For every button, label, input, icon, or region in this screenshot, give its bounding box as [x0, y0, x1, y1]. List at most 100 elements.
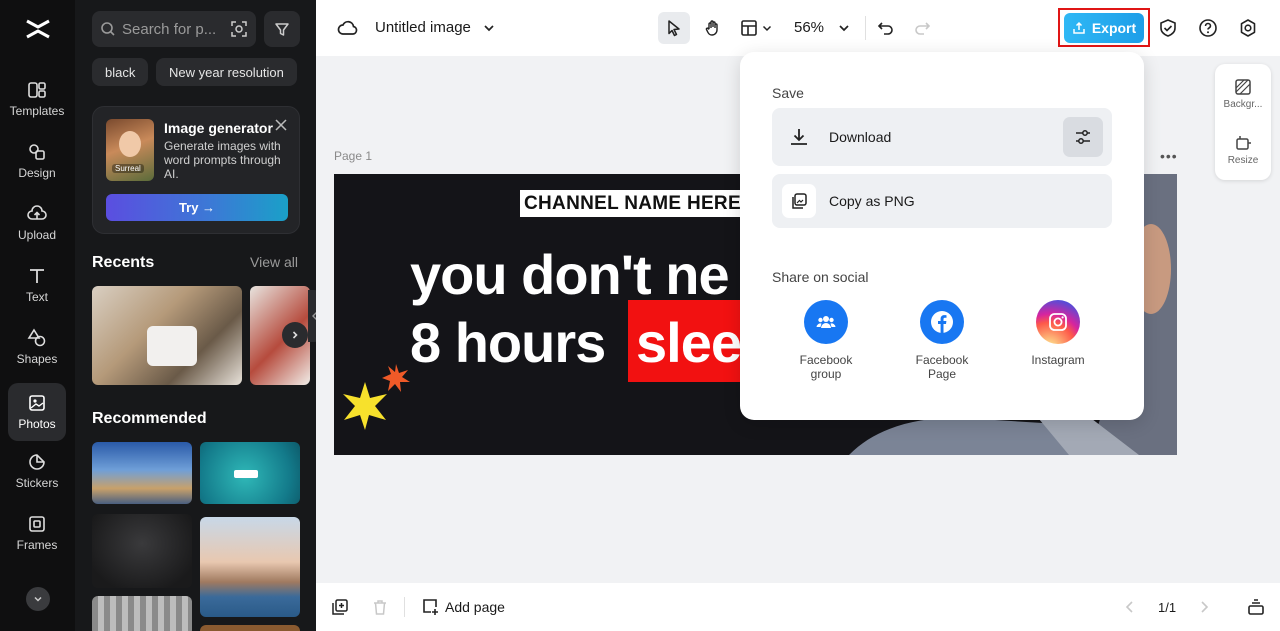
zoom-dropdown-button[interactable]	[835, 18, 853, 38]
title-dropdown-button[interactable]	[480, 18, 498, 38]
help-icon	[1199, 19, 1217, 37]
next-page-button[interactable]	[1196, 599, 1212, 615]
shield-button[interactable]	[1156, 16, 1180, 40]
cursor-icon	[668, 20, 680, 37]
chevron-right-icon	[1201, 601, 1209, 613]
chip-new-year-resolution[interactable]: New year resolution	[156, 58, 297, 86]
filter-icon	[275, 23, 289, 36]
upload-icon	[27, 205, 47, 220]
promo-description: Generate images with word prompts throug…	[164, 139, 281, 181]
panel-collapse-handle[interactable]	[308, 290, 316, 342]
recommended-photo-dark-texture[interactable]	[92, 514, 192, 588]
pages-panel-button[interactable]	[1246, 597, 1266, 617]
facebook-group-icon	[804, 300, 848, 344]
right-tool-panel: Backgr... Resize	[1215, 64, 1271, 180]
image-generator-promo: Surreal Image generator Generate images …	[92, 106, 300, 234]
chevron-down-icon	[762, 25, 771, 32]
try-button[interactable]: Try →	[106, 194, 288, 221]
nav-design[interactable]: Design	[8, 132, 66, 190]
promo-badge: Surreal	[112, 164, 144, 173]
recommended-photo-temple[interactable]	[92, 596, 192, 631]
zoom-level[interactable]: 56%	[794, 19, 824, 36]
pages-stack-icon	[1248, 599, 1264, 615]
chip-black[interactable]: black	[92, 58, 149, 86]
chevron-down-icon	[34, 596, 42, 602]
view-all-link[interactable]: View all	[250, 254, 298, 270]
undo-button[interactable]	[874, 16, 898, 40]
nav-text[interactable]: Text	[8, 256, 66, 314]
headline-line-2[interactable]: 8 hours	[410, 310, 606, 375]
search-box[interactable]: Search for p...	[92, 11, 256, 47]
headline-line-1[interactable]: you don't ne	[410, 242, 730, 307]
save-section-label: Save	[772, 85, 804, 101]
chevron-right-icon	[292, 331, 298, 339]
redo-button[interactable]	[910, 16, 934, 40]
shapes-icon	[27, 328, 46, 347]
delete-page-button[interactable]	[370, 597, 390, 617]
facebook-page-icon	[920, 300, 964, 344]
nav-frames[interactable]: Frames	[8, 504, 66, 562]
nav-shapes[interactable]: Shapes	[8, 318, 66, 376]
share-section-label: Share on social	[772, 269, 869, 285]
yellow-star-icon[interactable]	[340, 380, 390, 432]
settings-button[interactable]	[1236, 16, 1260, 40]
frames-icon	[29, 516, 45, 532]
recommended-photo-boat[interactable]	[200, 442, 300, 504]
share-facebook-page[interactable]: Facebook Page	[897, 300, 987, 381]
cloud-save-button[interactable]	[336, 16, 360, 40]
nav-templates[interactable]: Templates	[8, 70, 66, 128]
resize-tool[interactable]: Resize	[1215, 134, 1271, 166]
share-facebook-group[interactable]: Facebook group	[781, 300, 871, 381]
copy-png-option[interactable]: Copy as PNG	[772, 174, 1112, 228]
chevron-down-icon	[839, 25, 849, 32]
stickers-icon	[29, 454, 45, 470]
recent-photo-ice-cream[interactable]	[92, 286, 242, 385]
promo-thumbnail: Surreal	[106, 119, 154, 181]
facebook-group-label: Facebook group	[799, 353, 853, 381]
add-page-button[interactable]: Add page	[445, 599, 505, 615]
recommended-photo-partial[interactable]	[200, 625, 300, 631]
cloud-icon	[337, 20, 358, 35]
filter-button[interactable]	[264, 11, 300, 47]
recommended-photo-city-clouds[interactable]	[92, 442, 192, 504]
nav-more-button[interactable]	[26, 587, 50, 611]
background-tool[interactable]: Backgr...	[1215, 78, 1271, 110]
nav-photos[interactable]: Photos	[8, 383, 66, 441]
text-icon	[30, 269, 44, 283]
nav-upload[interactable]: Upload	[8, 194, 66, 252]
search-input[interactable]: Search for p...	[122, 21, 230, 38]
channel-name-text[interactable]: CHANNEL NAME HERE	[520, 190, 745, 217]
nav-label: Design	[18, 166, 56, 180]
prev-page-button[interactable]	[1122, 599, 1138, 615]
instagram-label: Instagram	[1031, 353, 1085, 367]
resize-label: Resize	[1227, 155, 1259, 166]
promo-face	[119, 131, 141, 157]
recents-next-button[interactable]	[282, 322, 308, 348]
left-nav: Templates Design Upload Text Shapes Phot…	[0, 0, 75, 631]
nav-stickers[interactable]: Stickers	[8, 442, 66, 500]
headline-highlight-text[interactable]: slee	[636, 310, 742, 375]
recommended-title: Recommended	[92, 410, 207, 427]
duplicate-page-button[interactable]	[330, 597, 350, 617]
redo-icon	[915, 22, 931, 35]
chevron-left-icon	[312, 312, 316, 320]
capcut-logo-icon[interactable]	[24, 15, 52, 43]
layout-button[interactable]	[736, 12, 776, 44]
document-title[interactable]: Untitled image	[375, 19, 471, 36]
top-toolbar: Untitled image 56% Export	[316, 0, 1280, 56]
select-tool-button[interactable]	[658, 12, 690, 44]
share-instagram[interactable]: Instagram	[1013, 300, 1103, 367]
download-settings-button[interactable]	[1063, 117, 1103, 157]
add-page-icon-wrap[interactable]	[421, 597, 441, 617]
export-dropdown: Save Download Copy as PNG Share on socia…	[740, 52, 1144, 420]
image-search-icon[interactable]	[230, 20, 248, 38]
recommended-photo-skyline[interactable]	[200, 517, 300, 617]
download-option[interactable]: Download	[772, 108, 1112, 166]
resize-icon	[1236, 136, 1251, 150]
page-more-button[interactable]: •••	[1160, 148, 1178, 164]
help-button[interactable]	[1196, 16, 1220, 40]
hand-icon	[705, 20, 718, 36]
close-icon[interactable]	[274, 118, 288, 132]
hand-tool-button[interactable]	[697, 12, 729, 44]
photo-detail	[234, 470, 258, 478]
